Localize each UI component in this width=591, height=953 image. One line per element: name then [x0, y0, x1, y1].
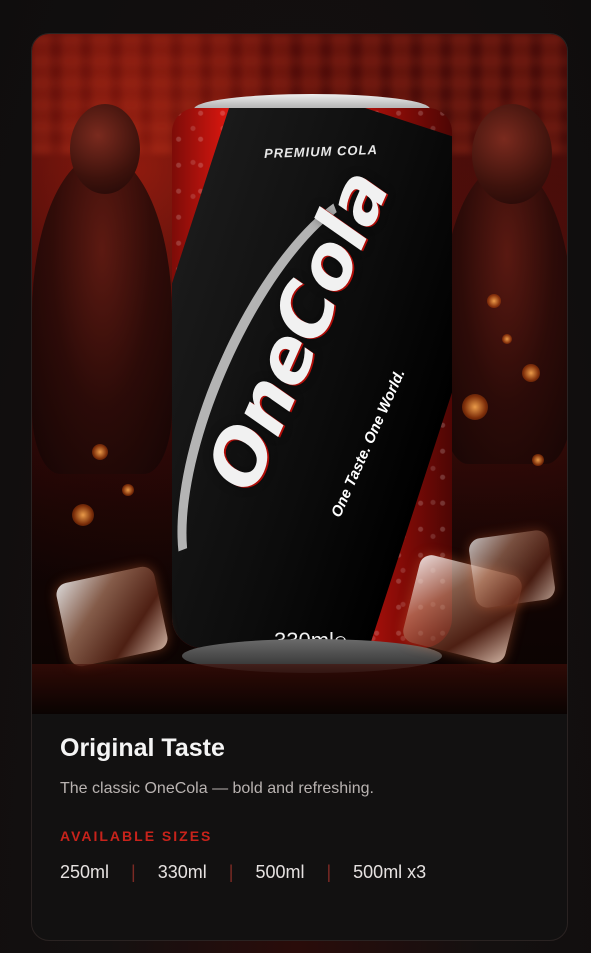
person-left-head — [70, 104, 140, 194]
sizes-heading: AVAILABLE SIZES — [60, 828, 213, 844]
cola-can: PREMIUM COLA OneCola One Taste. One Worl… — [172, 94, 452, 674]
size-separator: | — [326, 862, 332, 882]
size-option-500ml-x3[interactable]: 500ml x3 — [353, 862, 426, 883]
size-separator: | — [228, 862, 234, 882]
size-option-250ml[interactable]: 250ml — [60, 862, 109, 883]
splash-droplet — [72, 504, 94, 526]
size-option-500ml[interactable]: 500ml — [255, 862, 304, 883]
splash-droplet — [522, 364, 540, 382]
size-separator: | — [131, 862, 136, 882]
ice-cube-right-back — [467, 528, 557, 610]
ice-cube-left — [54, 564, 170, 669]
product-image: PREMIUM COLA OneCola One Taste. One Worl… — [32, 34, 567, 714]
person-right — [442, 164, 567, 464]
person-left — [32, 154, 172, 474]
splash-droplet — [122, 484, 134, 496]
product-card[interactable]: PREMIUM COLA OneCola One Taste. One Worl… — [31, 33, 568, 941]
splash-droplet — [532, 454, 544, 466]
product-title: Original Taste — [60, 734, 225, 762]
splash-droplet — [462, 394, 488, 420]
size-option-330ml[interactable]: 330ml — [158, 862, 207, 883]
splash-droplet — [92, 444, 108, 460]
product-info: Original Taste The classic OneCola — bol… — [60, 734, 550, 883]
surface-reflection — [32, 664, 567, 714]
can-body: PREMIUM COLA OneCola One Taste. One Worl… — [172, 108, 452, 648]
splash-droplet — [502, 334, 512, 344]
size-options: 250ml | 330ml | 500ml | 500ml x3 — [60, 862, 550, 883]
person-right-head — [472, 104, 552, 204]
product-description: The classic OneCola — bold and refreshin… — [60, 780, 374, 797]
splash-droplet — [487, 294, 501, 308]
